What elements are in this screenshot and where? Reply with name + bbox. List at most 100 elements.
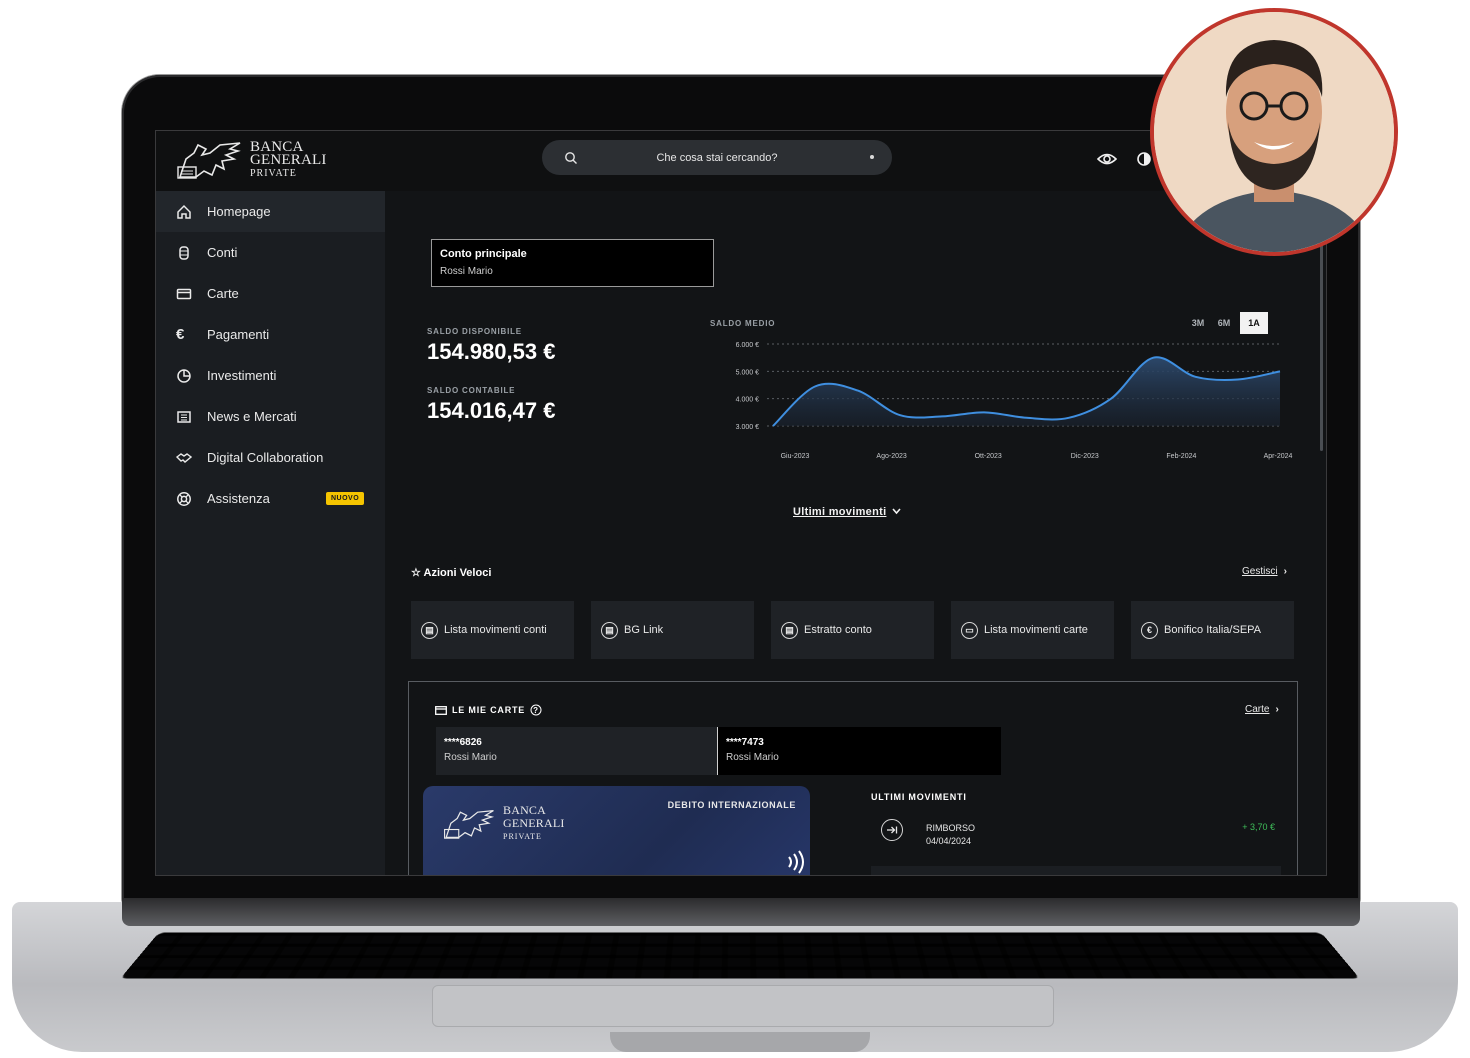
coins-icon: ▤ xyxy=(421,621,438,639)
my-cards-panel: LE MIE CARTE ? Carte › ****6826 Rossi Mar… xyxy=(408,681,1298,875)
sidebar-item-investimenti[interactable]: Investimenti xyxy=(156,355,385,396)
available-balance-label: SALDO DISPONIBILE xyxy=(427,327,522,336)
chevron-right-icon: › xyxy=(1275,704,1279,715)
manage-link[interactable]: Gestisci › xyxy=(1242,566,1287,577)
last-movements-link[interactable]: Ultimi movimenti xyxy=(793,506,902,518)
main-content: Conto principale Rossi Mario SALDO DISPO… xyxy=(385,191,1326,875)
quick-action-bonifico[interactable]: € Bonifico Italia/SEPA xyxy=(1131,601,1294,659)
my-cards-label: LE MIE CARTE xyxy=(452,705,526,715)
movement-row-next xyxy=(871,866,1281,875)
search-placeholder: Che cosa stai cercando? xyxy=(656,151,778,164)
chart-title: SALDO MEDIO xyxy=(710,319,776,328)
sidebar-item-digital-collaboration[interactable]: Digital Collaboration xyxy=(156,437,385,478)
x-tick-label: Giu-2023 xyxy=(781,453,810,460)
card-movements-title: ULTIMI MOVIMENTI xyxy=(871,792,967,802)
card-logo-line-2: GENERALI xyxy=(503,816,565,830)
pie-chart-icon xyxy=(177,368,191,383)
sidebar-item-label: Carte xyxy=(207,286,239,301)
debit-card-image[interactable]: BANCA GENERALI PRIVATE DEBITO INTERNAZIO… xyxy=(423,786,810,875)
scrollbar[interactable] xyxy=(1320,231,1323,451)
period-3m[interactable]: 3M xyxy=(1188,312,1208,334)
cards-link-label: Carte xyxy=(1245,704,1270,715)
movement-description: RIMBORSO xyxy=(926,823,976,833)
quick-action-label: Lista movimenti carte xyxy=(984,624,1088,636)
euro-icon: € xyxy=(1141,621,1158,639)
sidebar-item-label: Homepage xyxy=(207,204,271,219)
quick-actions-label: Azioni Veloci xyxy=(423,567,492,579)
y-tick-label: 3.000 € xyxy=(736,424,759,431)
accounting-balance-label: SALDO CONTABILE xyxy=(427,386,516,395)
coins-icon: ▤ xyxy=(781,621,798,639)
laptop-notch xyxy=(610,1032,870,1052)
quick-action-label: Bonifico Italia/SEPA xyxy=(1164,624,1262,636)
sidebar-item-news[interactable]: News e Mercati xyxy=(156,396,385,437)
balance-section: Conto principale Rossi Mario SALDO DISPO… xyxy=(385,191,1326,549)
help-icon[interactable]: ? xyxy=(530,704,542,716)
new-badge: NUOVO xyxy=(326,492,365,505)
x-tick-label: Feb-2024 xyxy=(1166,453,1196,460)
card-tab-6826[interactable]: ****6826 Rossi Mario xyxy=(436,727,718,775)
manage-label: Gestisci xyxy=(1242,566,1278,577)
sidebar-item-label: Pagamenti xyxy=(207,327,270,342)
x-tick-label: Ago-2023 xyxy=(876,453,906,460)
lifebuoy-icon xyxy=(177,491,191,506)
available-balance-value: 154.980,53 € xyxy=(427,339,556,364)
laptop-trackpad xyxy=(432,985,1054,1027)
y-tick-label: 5.000 € xyxy=(736,369,759,376)
search-dot-icon xyxy=(870,155,874,159)
x-tick-label: Ott-2023 xyxy=(975,453,1002,460)
my-cards-title: LE MIE CARTE ? xyxy=(435,704,542,716)
accounting-balance-value: 154.016,47 € xyxy=(427,398,556,423)
coins-icon: ▤ xyxy=(601,621,618,639)
card-icon xyxy=(435,705,447,715)
chevron-right-icon: › xyxy=(1283,566,1287,577)
svg-text:?: ? xyxy=(533,706,539,715)
account-title: Conto principale xyxy=(440,248,527,260)
card-holder: Rossi Mario xyxy=(444,752,497,763)
period-6m[interactable]: 6M xyxy=(1214,312,1234,334)
quick-action-label: BG Link xyxy=(624,624,664,636)
average-balance-chart: 3.000 € 4.000 € 5.000 € 6.000 € Giu-2023 Ago-… xyxy=(736,342,1293,460)
movement-amount: + 3,70 € xyxy=(1242,822,1275,832)
app-screen: BANCA GENERALI PRIVATE Che cosa stai cer… xyxy=(155,130,1327,876)
logo-line-2: GENERALI xyxy=(250,151,327,168)
bank-logo[interactable]: BANCA GENERALI PRIVATE xyxy=(176,139,327,181)
quick-action-estratto-conto[interactable]: ▤ Estratto conto xyxy=(771,601,934,659)
card-number: ****7473 xyxy=(726,737,764,748)
eye-icon[interactable] xyxy=(1097,149,1117,169)
winged-lion-logo-icon xyxy=(444,809,495,839)
sidebar-item-conti[interactable]: Conti xyxy=(156,232,385,273)
person-photo-icon xyxy=(1154,12,1394,252)
sidebar-item-label: Investimenti xyxy=(207,368,277,383)
chevron-down-icon xyxy=(892,508,902,515)
x-tick-label: Dic-2023 xyxy=(1071,453,1099,460)
handshake-icon xyxy=(176,452,192,463)
card-icon: ▭ xyxy=(961,621,978,639)
user-avatar xyxy=(1150,8,1398,256)
quick-action-lista-movimenti-carte[interactable]: ▭ Lista movimenti carte xyxy=(951,601,1114,659)
quick-actions-title: ☆ Azioni Veloci xyxy=(411,566,491,579)
refund-icon xyxy=(881,819,903,841)
sidebar-item-pagamenti[interactable]: € Pagamenti xyxy=(156,314,385,355)
sidebar-item-label: News e Mercati xyxy=(207,409,297,424)
search-bar[interactable]: Che cosa stai cercando? xyxy=(542,140,892,175)
quick-action-bg-link[interactable]: ▤ BG Link xyxy=(591,601,754,659)
movement-row[interactable]: RIMBORSO 04/04/2024 xyxy=(926,822,975,848)
sidebar: Homepage Conti Carte € Pagamenti Investi… xyxy=(156,191,385,875)
period-1a[interactable]: 1A xyxy=(1240,312,1268,334)
sidebar-item-homepage[interactable]: Homepage xyxy=(156,191,385,232)
quick-action-lista-movimenti-conti[interactable]: ▤ Lista movimenti conti xyxy=(411,601,574,659)
account-holder: Rossi Mario xyxy=(440,266,493,277)
contactless-icon xyxy=(788,850,804,874)
sidebar-item-label: Conti xyxy=(207,245,238,260)
logo-line-3: PRIVATE xyxy=(250,167,297,179)
account-selector[interactable]: Conto principale Rossi Mario xyxy=(431,239,714,287)
star-icon: ☆ xyxy=(411,567,421,579)
y-tick-label: 4.000 € xyxy=(736,397,759,404)
sidebar-item-label: Assistenza xyxy=(207,491,270,506)
newspaper-icon xyxy=(177,410,191,423)
card-tab-7473[interactable]: ****7473 Rossi Mario xyxy=(718,727,1001,775)
sidebar-item-assistenza[interactable]: Assistenza NUOVO xyxy=(156,478,385,519)
sidebar-item-carte[interactable]: Carte xyxy=(156,273,385,314)
cards-link[interactable]: Carte › xyxy=(1245,704,1279,715)
